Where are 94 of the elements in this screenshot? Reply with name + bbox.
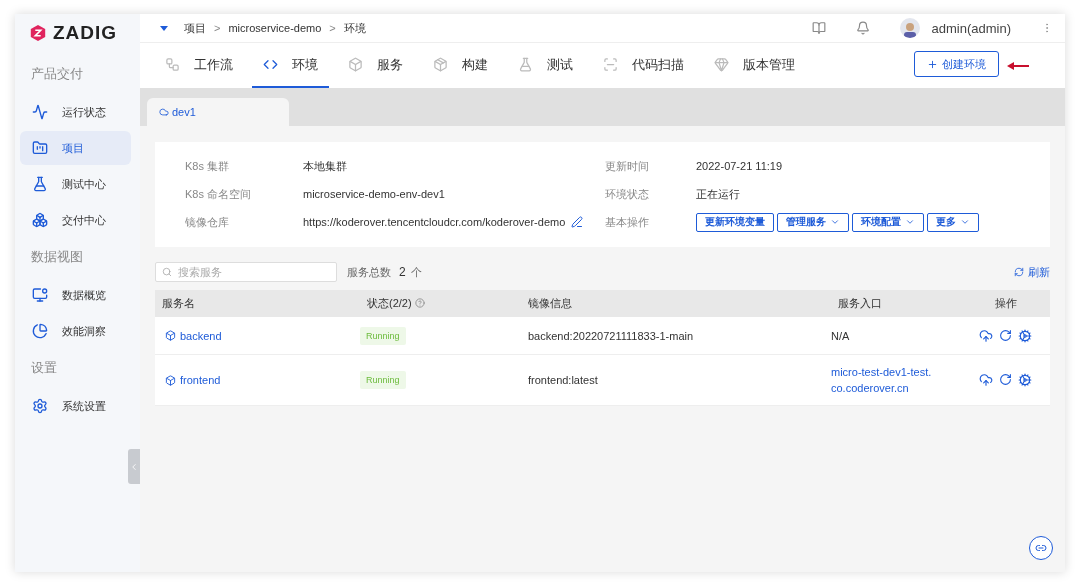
info-value: microservice-demo-env-dev1	[303, 188, 445, 200]
entry-link[interactable]: micro-test-dev1-test. co.coderover.cn	[831, 364, 961, 396]
package-icon	[433, 57, 448, 72]
sidebar-item[interactable]: 测试中心	[20, 167, 131, 201]
breadcrumb-separator: >	[214, 22, 221, 34]
cube-icon	[348, 57, 363, 72]
pulse-icon	[32, 104, 48, 120]
cubes-icon	[32, 212, 48, 228]
nav-tab[interactable]: 代码扫描	[592, 43, 695, 88]
cube-icon	[165, 374, 176, 386]
nav-tab[interactable]: 服务	[337, 43, 414, 88]
settings-icon	[32, 398, 48, 414]
folder-icon	[32, 140, 48, 156]
count-unit: 个	[410, 264, 422, 280]
info-value: https://koderover.tencentcloudcr.com/koderover-demo	[303, 216, 566, 228]
collapse-handle[interactable]	[128, 449, 140, 484]
info-label: 环境状态	[605, 186, 650, 202]
status-tag: Running	[360, 326, 406, 345]
monitor-icon	[32, 287, 48, 303]
info-label: 镜像仓库	[184, 214, 230, 230]
column-header: 状态(2/2)	[360, 296, 521, 311]
info-label: K8s 命名空间	[184, 186, 252, 202]
breadcrumb-item[interactable]: 项目	[184, 20, 206, 36]
column-header: 操作	[993, 296, 1018, 311]
column-header: 服务入口	[837, 296, 883, 311]
service-link[interactable]: backend	[155, 329, 360, 342]
action-button[interactable]: 更多	[927, 212, 979, 232]
sidebar-item[interactable]: 交付中心	[20, 203, 131, 237]
settings-icon[interactable]	[1018, 373, 1032, 387]
cloud-icon	[159, 107, 169, 117]
nav-tab[interactable]: 版本管理	[703, 43, 806, 88]
search-icon	[162, 267, 172, 277]
action-button[interactable]: 管理服务	[777, 212, 849, 232]
logo-icon	[29, 24, 47, 42]
plus-icon	[927, 58, 938, 70]
sidebar-item[interactable]: 数据概览	[20, 278, 131, 312]
status-tag: Running	[360, 371, 406, 389]
info-label: 基本操作	[605, 214, 650, 230]
table-cell-text: N/A	[831, 328, 851, 344]
scan-icon	[603, 57, 618, 72]
avatar[interactable]	[899, 18, 920, 38]
link-icon	[1035, 542, 1047, 554]
restart-icon[interactable]	[999, 328, 1012, 342]
section-title: 设置	[30, 359, 58, 377]
count-value: 2	[399, 265, 406, 279]
section-title: 数据视图	[30, 248, 84, 266]
table-cell-text: frontend:latest	[527, 374, 599, 386]
sidebar-item[interactable]: 项目	[20, 131, 131, 165]
action-button[interactable]: 更新环境变量	[696, 212, 774, 232]
nav-tab[interactable]: 工作流	[154, 43, 244, 88]
info-value: 2022-07-21 11:19	[696, 160, 783, 172]
info-value: 本地集群	[303, 158, 347, 174]
column-header: 服务名	[161, 296, 196, 311]
section-title: 产品交付	[30, 65, 84, 83]
arrow-icon	[1007, 61, 1029, 70]
nav-tab[interactable]: 构建	[422, 43, 499, 88]
info-label: 更新时间	[605, 158, 650, 174]
flask-icon	[32, 176, 48, 192]
logo-text: ZADIG	[53, 22, 118, 44]
gem-icon	[714, 57, 729, 72]
restart-icon[interactable]	[999, 373, 1012, 386]
service-link[interactable]: frontend	[155, 374, 360, 386]
breadcrumb-item[interactable]: microservice-demo	[228, 22, 322, 34]
sidebar-item[interactable]: 效能洞察	[20, 314, 131, 348]
book-icon[interactable]	[811, 21, 826, 35]
link-button[interactable]	[1029, 536, 1053, 560]
bell-icon[interactable]	[855, 21, 870, 35]
refresh-link[interactable]: 刷新	[1014, 264, 1050, 280]
column-header: 镜像信息	[527, 296, 573, 311]
upload-icon[interactable]	[979, 328, 993, 343]
caret-icon[interactable]	[160, 25, 168, 31]
refresh-icon	[1014, 267, 1024, 277]
flask-icon	[518, 57, 533, 72]
code-icon	[263, 57, 278, 72]
table-cell-text: backend:20220721111833-1-main	[527, 329, 695, 342]
flow-icon	[165, 57, 180, 72]
sidebar-item[interactable]: 运行状态	[20, 95, 131, 129]
info-value: 正在运行	[696, 186, 740, 202]
pie-chart-icon	[32, 323, 48, 339]
search-field[interactable]: 搜索服务	[155, 262, 337, 282]
user-name[interactable]: admin(admin)	[931, 20, 1011, 36]
action-button[interactable]: 环境配置	[852, 212, 924, 232]
env-tab[interactable]: dev1	[147, 98, 289, 126]
info-label: K8s 集群	[184, 158, 230, 174]
breadcrumb-item[interactable]: 环境	[343, 20, 366, 36]
upload-icon[interactable]	[979, 373, 993, 387]
nav-tab[interactable]: 测试	[507, 43, 584, 88]
settings-icon[interactable]	[1018, 328, 1032, 343]
edit-icon[interactable]	[571, 216, 584, 228]
sidebar-item[interactable]: 系统设置	[20, 389, 131, 423]
cube-icon	[165, 330, 176, 341]
count-label: 服务总数	[347, 264, 391, 280]
breadcrumb-separator: >	[329, 22, 336, 34]
create-env-button[interactable]: 创建环境	[914, 51, 999, 77]
